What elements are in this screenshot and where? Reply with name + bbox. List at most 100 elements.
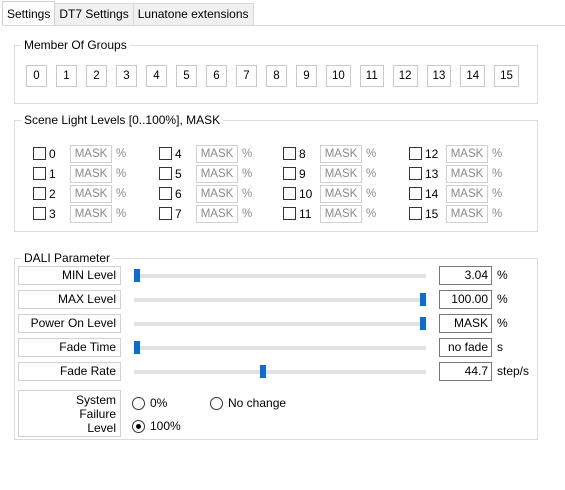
scene-11-checkbox[interactable] (283, 207, 296, 220)
scene-5-unit: % (242, 167, 253, 180)
scene-14-number: 14 (425, 186, 439, 201)
max-level-slider-thumb[interactable] (420, 293, 426, 306)
fade-time-slider-thumb[interactable] (134, 341, 140, 354)
fade-time-slider[interactable] (134, 341, 426, 354)
tab-dt7-settings[interactable]: DT7 Settings (54, 3, 134, 25)
power-on-level-unit: % (497, 316, 508, 330)
tab-bar: Settings DT7 Settings Lunatone extension… (2, 1, 254, 25)
radio-100-percent[interactable]: 100% (132, 419, 181, 433)
tab-settings[interactable]: Settings (2, 1, 56, 25)
scene-9-checkbox[interactable] (283, 167, 296, 180)
scene-2-value-input[interactable]: MASK (70, 184, 112, 203)
group-button-0[interactable]: 0 (26, 65, 47, 87)
scene-12-checkbox[interactable] (409, 147, 422, 160)
scene-13-checkbox[interactable] (409, 167, 422, 180)
fade-rate-slider[interactable] (134, 365, 426, 378)
group-button-14[interactable]: 14 (460, 65, 486, 87)
scene-3-checkbox[interactable] (33, 207, 46, 220)
tab-lunatone-extensions[interactable]: Lunatone extensions (132, 3, 254, 25)
max-level-value-input[interactable]: 100.00 (439, 290, 492, 309)
min-level-value-input[interactable]: 3.04 (439, 266, 492, 285)
scene-8-value-input[interactable]: MASK (320, 144, 362, 163)
scene-2-checkbox[interactable] (33, 187, 46, 200)
scene-2-unit: % (116, 187, 127, 200)
power-on-level-value-input[interactable]: MASK (439, 314, 492, 333)
scene-12-number: 12 (425, 146, 439, 161)
radio-100-percent-indicator[interactable] (132, 419, 145, 433)
group-button-4[interactable]: 4 (146, 65, 167, 87)
scene-11-value-input[interactable]: MASK (320, 204, 362, 223)
scene-5-checkbox[interactable] (159, 167, 172, 180)
scene-6: 6 MASK% (159, 184, 252, 203)
member-of-groups-title: Member Of Groups (21, 38, 130, 52)
fade-time-value-input[interactable]: no fade (439, 338, 492, 357)
scene-13-number: 13 (425, 166, 439, 181)
scene-11-unit: % (366, 207, 377, 220)
group-button-15[interactable]: 15 (494, 65, 519, 87)
group-button-5[interactable]: 5 (176, 65, 197, 87)
group-button-7[interactable]: 7 (236, 65, 257, 87)
scene-3: 3 MASK% (33, 204, 126, 223)
scene-8-unit: % (366, 147, 377, 160)
radio-0-percent[interactable]: 0% (132, 396, 167, 410)
scene-11: 11 MASK% (283, 204, 376, 223)
scene-10-checkbox[interactable] (283, 187, 296, 200)
scene-7-checkbox[interactable] (159, 207, 172, 220)
group-button-11[interactable]: 11 (359, 65, 384, 87)
tab-divider (2, 25, 565, 26)
radio-0-percent-indicator[interactable] (132, 396, 145, 410)
radio-no-change-indicator[interactable] (210, 396, 223, 410)
power-on-level-label: Power On Level (18, 314, 121, 333)
scene-9-value-input[interactable]: MASK (320, 164, 362, 183)
scene-14-value-input[interactable]: MASK (446, 184, 488, 203)
radio-0-percent-label: 0% (150, 396, 168, 410)
scene-14-checkbox[interactable] (409, 187, 422, 200)
scene-light-levels-title: Scene Light Levels [0..100%], MASK (21, 113, 224, 127)
scene-10-value-input[interactable]: MASK (320, 184, 362, 203)
scene-5: 5 MASK% (159, 164, 252, 183)
scene-7-value-input[interactable]: MASK (196, 204, 238, 223)
scene-4-value-input[interactable]: MASK (196, 144, 238, 163)
group-button-6[interactable]: 6 (206, 65, 227, 87)
scene-0-value-input[interactable]: MASK (70, 144, 112, 163)
power-on-level-slider[interactable] (134, 317, 426, 330)
group-button-2[interactable]: 2 (86, 65, 107, 87)
radio-no-change[interactable]: No change (210, 396, 286, 410)
scene-4-unit: % (242, 147, 253, 160)
scene-0-checkbox[interactable] (33, 147, 46, 160)
scene-13-value-input[interactable]: MASK (446, 164, 488, 183)
scene-8-checkbox[interactable] (283, 147, 296, 160)
scene-15-value-input[interactable]: MASK (446, 204, 488, 223)
group-button-1[interactable]: 1 (56, 65, 77, 87)
group-button-3[interactable]: 3 (116, 65, 137, 87)
scene-9-unit: % (366, 167, 377, 180)
system-failure-level-label: System Failure Level (18, 390, 121, 437)
min-level-slider-thumb[interactable] (134, 269, 140, 282)
group-button-12[interactable]: 12 (392, 65, 418, 87)
scene-6-checkbox[interactable] (159, 187, 172, 200)
min-level-unit: % (497, 268, 508, 282)
scene-1-value-input[interactable]: MASK (70, 164, 112, 183)
scene-1-checkbox[interactable] (33, 167, 46, 180)
scene-15: 15 MASK% (409, 204, 502, 223)
group-button-10[interactable]: 10 (326, 65, 351, 87)
group-button-13[interactable]: 13 (426, 65, 452, 87)
max-level-slider[interactable] (134, 293, 426, 306)
fade-rate-slider-thumb[interactable] (260, 365, 266, 378)
group-button-8[interactable]: 8 (266, 65, 287, 87)
system-failure-label-line3: Level (87, 421, 116, 435)
scene-7: 7 MASK% (159, 204, 252, 223)
fade-rate-value-input[interactable]: 44.7 (439, 362, 492, 381)
power-on-level-slider-thumb[interactable] (420, 317, 426, 330)
scene-5-value-input[interactable]: MASK (196, 164, 238, 183)
scene-15-checkbox[interactable] (409, 207, 422, 220)
group-button-9[interactable]: 9 (296, 65, 317, 87)
scene-4-checkbox[interactable] (159, 147, 172, 160)
scene-12-value-input[interactable]: MASK (446, 144, 488, 163)
scene-6-value-input[interactable]: MASK (196, 184, 238, 203)
scene-7-number: 7 (175, 206, 182, 221)
min-level-slider[interactable] (134, 269, 426, 282)
scene-15-number: 15 (425, 206, 439, 221)
fade-rate-unit: step/s (497, 364, 530, 378)
scene-3-value-input[interactable]: MASK (70, 204, 112, 223)
